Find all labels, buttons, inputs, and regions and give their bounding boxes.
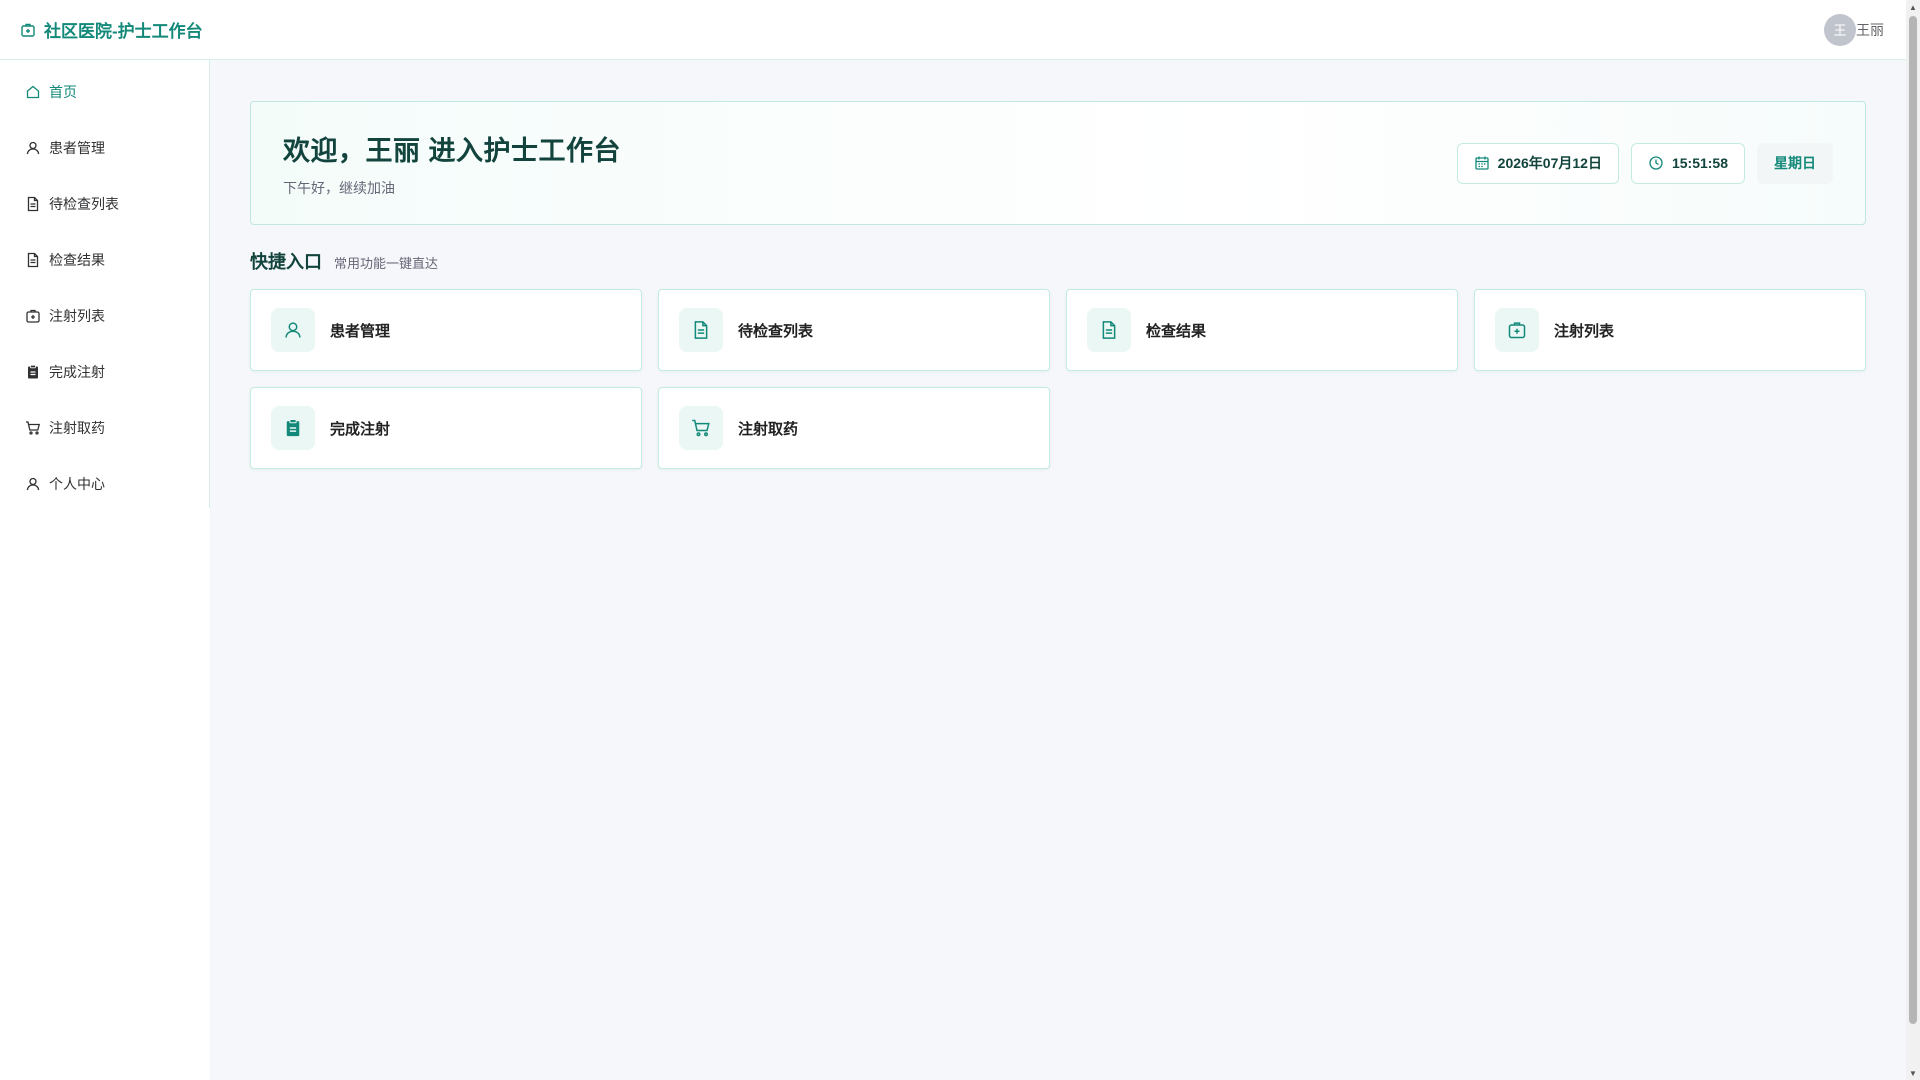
sidebar-menu: 首页 患者管理 待检查列表 检查结果 注射列表 完成注射 注射取药 个人中心: [0, 60, 210, 508]
document-icon: [25, 252, 41, 268]
sidebar-item-complete-injection[interactable]: 完成注射: [0, 344, 209, 400]
sidebar-item-exam-results[interactable]: 检查结果: [0, 232, 209, 288]
vertical-scrollbar[interactable]: ▲ ▼: [1906, 0, 1920, 1080]
document-icon: [1087, 308, 1131, 352]
time-chip: 15:51:58: [1630, 142, 1745, 184]
quick-entry-title: 快捷入口: [250, 252, 322, 272]
document-icon: [679, 308, 723, 352]
sidebar-item-label: 个人中心: [49, 476, 105, 492]
quick-card-label: 完成注射: [330, 420, 391, 438]
quick-card-exam-results[interactable]: 检查结果: [1066, 289, 1458, 371]
sidebar-item-pending-exams[interactable]: 待检查列表: [0, 176, 209, 232]
sidebar-item-label: 注射列表: [49, 308, 105, 324]
user-icon: [25, 140, 41, 156]
quick-card-label: 患者管理: [330, 322, 391, 340]
home-icon: [25, 84, 41, 100]
quick-card-patients[interactable]: 患者管理: [250, 289, 642, 371]
sidebar: 首页 患者管理 待检查列表 检查结果 注射列表 完成注射 注射取药 个人中心: [0, 60, 210, 1080]
quick-entry-grid: 患者管理 待检查列表 检查结果 注射列表 完成注射 注射取药: [250, 289, 1867, 469]
cart-icon: [25, 420, 41, 436]
cart-icon: [679, 406, 723, 450]
quick-entry-header: 快捷入口 常用功能一键直达: [250, 248, 1867, 274]
scroll-down-arrow-icon[interactable]: ▼: [1906, 1066, 1920, 1080]
clock-icon: [1648, 155, 1664, 171]
app-title: 社区医院-护士工作台: [44, 22, 203, 41]
main-content: 欢迎，王丽 进入护士工作台 下午好，继续加油 2026年07月12日 15:51…: [211, 61, 1906, 1080]
scrollbar-thumb[interactable]: [1909, 16, 1917, 1024]
sidebar-item-label: 完成注射: [49, 364, 105, 380]
brand[interactable]: 社区医院-护士工作台: [20, 17, 203, 42]
sidebar-item-home[interactable]: 首页: [0, 64, 209, 120]
sidebar-item-injection-list[interactable]: 注射列表: [0, 288, 209, 344]
clipboard-icon: [271, 406, 315, 450]
welcome-subtitle: 下午好，继续加油: [283, 179, 395, 196]
sidebar-item-label: 检查结果: [49, 252, 105, 268]
datetime-chips: 2026年07月12日 15:51:58 星期日: [1456, 142, 1833, 184]
weekday-value: 星期日: [1774, 155, 1816, 171]
user-name[interactable]: 王丽: [1856, 20, 1884, 40]
sidebar-item-label: 患者管理: [49, 140, 105, 156]
user-icon: [25, 476, 41, 492]
welcome-text: 欢迎，王丽 进入护士工作台 下午好，继续加油: [283, 129, 621, 198]
sidebar-item-profile[interactable]: 个人中心: [0, 456, 209, 512]
sidebar-item-patients[interactable]: 患者管理: [0, 120, 209, 176]
date-chip: 2026年07月12日: [1456, 142, 1619, 184]
quick-card-label: 检查结果: [1146, 322, 1207, 340]
welcome-title: 欢迎，王丽 进入护士工作台: [283, 135, 622, 166]
scroll-up-arrow-icon[interactable]: ▲: [1906, 0, 1920, 14]
sidebar-item-label: 首页: [49, 84, 77, 100]
weekday-chip: 星期日: [1757, 142, 1833, 184]
sidebar-item-injection-pickup[interactable]: 注射取药: [0, 400, 209, 456]
calendar-icon: [1474, 155, 1490, 171]
user-icon: [271, 308, 315, 352]
date-value: 2026年07月12日: [1497, 155, 1602, 171]
avatar[interactable]: 王: [1824, 13, 1856, 46]
quick-card-pending-exams[interactable]: 待检查列表: [658, 289, 1050, 371]
quick-entry-subtitle: 常用功能一键直达: [334, 256, 439, 271]
welcome-banner: 欢迎，王丽 进入护士工作台 下午好，继续加油 2026年07月12日 15:51…: [250, 101, 1866, 225]
time-value: 15:51:58: [1671, 155, 1728, 171]
sidebar-item-label: 注射取药: [49, 420, 105, 436]
top-header: 社区医院-护士工作台 王 王丽: [0, 0, 1906, 60]
quick-card-complete-injection[interactable]: 完成注射: [250, 387, 642, 469]
quick-card-label: 待检查列表: [738, 322, 814, 340]
quick-card-injection-list[interactable]: 注射列表: [1474, 289, 1866, 371]
quick-card-label: 注射取药: [738, 420, 799, 438]
medical-kit-icon: [1495, 308, 1539, 352]
sidebar-item-label: 待检查列表: [49, 196, 119, 212]
quick-card-injection-pickup[interactable]: 注射取药: [658, 387, 1050, 469]
user-menu[interactable]: 王 王丽: [1824, 13, 1884, 46]
medical-kit-icon: [25, 308, 41, 324]
clipboard-icon: [25, 364, 41, 380]
document-icon: [25, 196, 41, 212]
medical-kit-icon: [20, 22, 36, 38]
quick-card-label: 注射列表: [1554, 322, 1615, 340]
